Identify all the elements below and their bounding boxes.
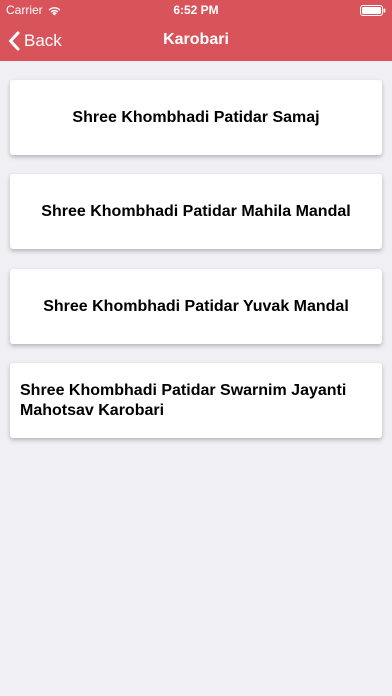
list-item[interactable]: Shree Khombhadi Patidar Swarnim Jayanti … bbox=[10, 363, 382, 438]
battery-icon bbox=[360, 5, 386, 16]
list-item-label: Shree Khombhadi Patidar Mahila Mandal bbox=[41, 202, 351, 220]
status-time: 6:52 PM bbox=[173, 3, 219, 17]
list-item[interactable]: Shree Khombhadi Patidar Mahila Mandal bbox=[10, 174, 382, 249]
list-item-label: Shree Khombhadi Patidar Swarnim Jayanti … bbox=[20, 381, 347, 419]
navigation-bar: Back Karobari bbox=[0, 20, 392, 61]
status-bar: Carrier 6:52 PM bbox=[0, 0, 392, 20]
list-item-label: Shree Khombhadi Patidar Samaj bbox=[72, 108, 320, 126]
list-item[interactable]: Shree Khombhadi Patidar Samaj bbox=[10, 80, 382, 155]
list-item-label: Shree Khombhadi Patidar Yuvak Mandal bbox=[43, 297, 349, 315]
page-title: Karobari bbox=[163, 31, 229, 48]
list-item[interactable]: Shree Khombhadi Patidar Yuvak Mandal bbox=[10, 269, 382, 344]
